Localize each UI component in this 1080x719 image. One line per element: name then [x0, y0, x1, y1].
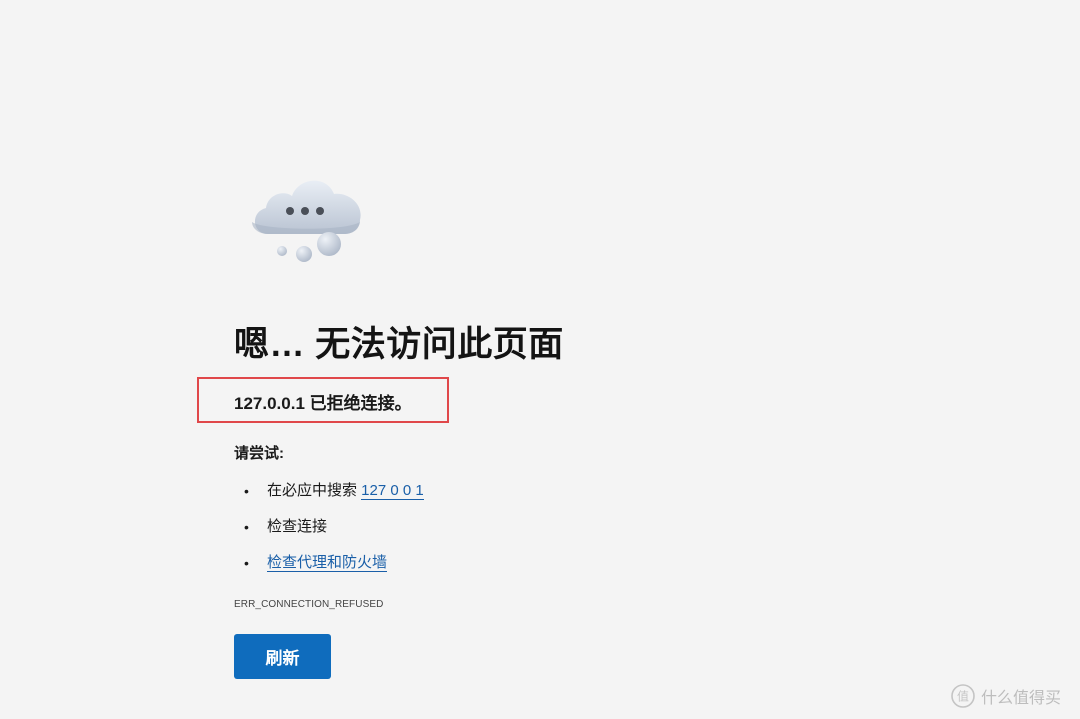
suggestions-list: • 在必应中搜索 127 0 0 1 • 检查连接 • 检查代理和防火墙 — [234, 478, 424, 586]
error-code: ERR_CONNECTION_REFUSED — [234, 599, 384, 610]
watermark: 值 什么值得买 — [951, 682, 1061, 710]
bullet-icon: • — [244, 483, 249, 499]
refresh-button[interactable]: 刷新 — [234, 634, 331, 679]
suggestion-search-text: 在必应中搜索 — [267, 482, 362, 499]
bullet-icon: • — [244, 519, 249, 535]
suggestion-check-proxy: • 检查代理和防火墙 — [234, 550, 424, 586]
check-proxy-firewall-link[interactable]: 检查代理和防火墙 — [267, 554, 388, 572]
suggestion-search: • 在必应中搜索 127 0 0 1 — [234, 478, 424, 514]
search-link[interactable]: 127 0 0 1 — [361, 482, 424, 500]
page-title: 嗯… 无法访问此页面 — [234, 325, 564, 364]
watermark-text: 什么值得买 — [981, 690, 1062, 707]
bullet-icon: • — [244, 555, 249, 571]
suggestion-check-connection-text: 检查连接 — [267, 518, 328, 535]
error-page: 嗯… 无法访问此页面 127.0.0.1 已拒绝连接。 请尝试: • 在必应中搜… — [0, 0, 1080, 719]
suggestions-heading: 请尝试: — [234, 445, 284, 462]
svg-text:值: 值 — [957, 689, 969, 704]
suggestion-check-connection: • 检查连接 — [234, 514, 424, 550]
error-message: 127.0.0.1 已拒绝连接。 — [234, 394, 412, 413]
cloud-icon — [252, 180, 361, 262]
watermark-logo-icon: 值 — [951, 684, 975, 708]
